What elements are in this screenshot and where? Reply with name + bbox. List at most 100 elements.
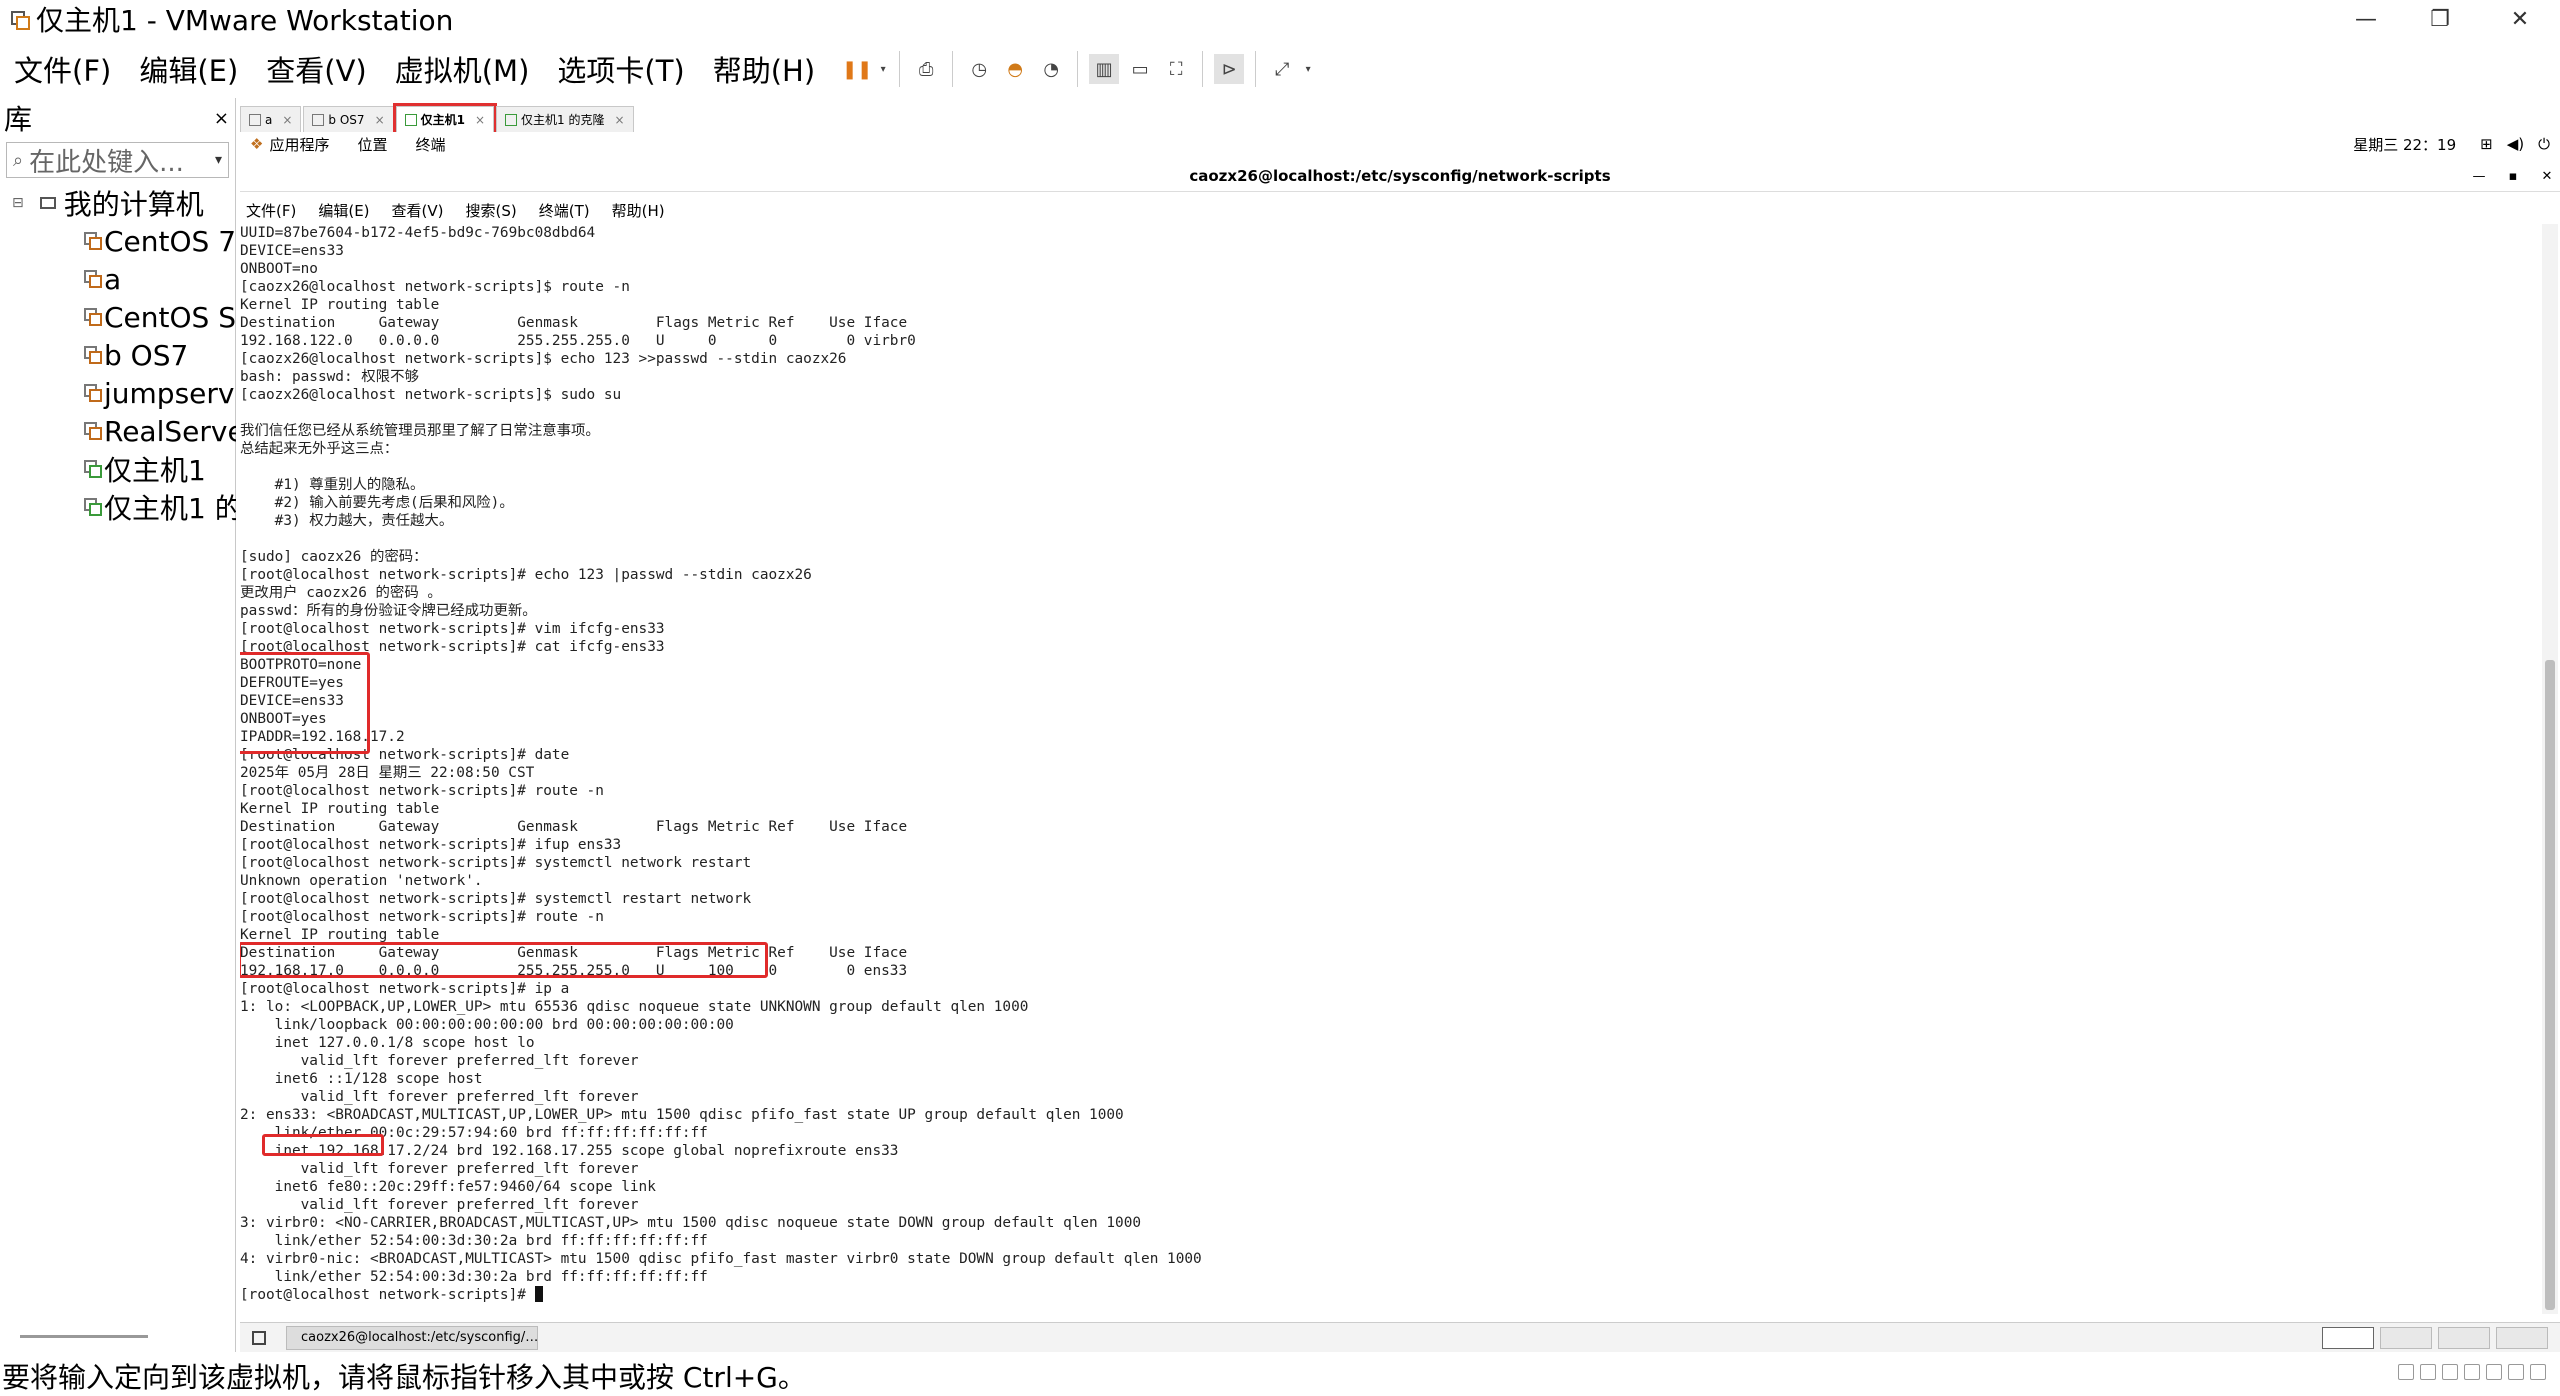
- terminal-maximize-icon[interactable]: ▪: [2496, 160, 2530, 192]
- terminal-line: [root@localhost network-scripts]# system…: [240, 891, 752, 907]
- library-close-icon[interactable]: ×: [214, 108, 229, 129]
- vm-label: CentOS St: [104, 300, 236, 334]
- library-vm-item[interactable]: 仅主机1 的: [0, 488, 236, 526]
- applications-icon: ❖: [250, 135, 264, 153]
- vm-tab-icon: [505, 113, 518, 126]
- terminal-menu-terminal[interactable]: 终端(T): [539, 200, 590, 221]
- terminal-menu-view[interactable]: 查看(V): [392, 200, 444, 221]
- library-vm-item[interactable]: 仅主机1: [0, 450, 236, 488]
- hard-disk-icon[interactable]: [2398, 1364, 2414, 1380]
- terminal-line: [root@localhost network-scripts]# echo 1…: [240, 567, 812, 583]
- vm-tab-active[interactable]: 仅主机1 ×: [392, 103, 498, 135]
- toolbar-divider: [1202, 51, 1204, 87]
- terminal-line: #2) 输入前要先考虑(后果和风险)。: [240, 495, 514, 511]
- console-view-icon[interactable]: ⊳: [1214, 54, 1245, 84]
- terminal-line: passwd：所有的身份验证令牌已经成功更新。: [240, 603, 537, 619]
- terminal-menu-edit[interactable]: 编辑(E): [318, 200, 369, 221]
- library-vm-item[interactable]: jumpserve: [0, 374, 236, 412]
- guest-menu-terminal[interactable]: 终端: [415, 134, 445, 155]
- usb-icon[interactable]: [2464, 1364, 2480, 1380]
- menu-file[interactable]: 文件(F): [0, 48, 125, 90]
- show-desktop-icon[interactable]: [252, 1330, 266, 1345]
- chevron-down-icon[interactable]: ▾: [215, 152, 222, 168]
- taskbar-terminal-button[interactable]: caozx26@localhost:/etc/sysconfig/…: [286, 1325, 538, 1350]
- library-vm-item[interactable]: a: [0, 260, 236, 298]
- terminal-close-icon[interactable]: ✕: [2530, 160, 2560, 192]
- library-vm-item[interactable]: RealServe: [0, 412, 236, 450]
- terminal-menu-search[interactable]: 搜索(S): [466, 200, 517, 221]
- dropdown-arrow-icon[interactable]: ▾: [878, 54, 888, 84]
- guest-menu-places[interactable]: 位置: [357, 134, 387, 155]
- tab-close-icon[interactable]: ×: [615, 113, 625, 127]
- vm-tab-label: b OS7: [328, 112, 365, 127]
- close-button[interactable]: ✕: [2484, 0, 2556, 38]
- pause-icon[interactable]: ❚❚: [842, 54, 872, 84]
- tree-root-my-computer[interactable]: ⊟ 我的计算机: [0, 184, 236, 222]
- vm-tab[interactable]: b OS7 ×: [303, 106, 394, 132]
- terminal-line: BOOTPROTO=none: [240, 657, 362, 673]
- menu-view[interactable]: 查看(V): [252, 48, 380, 90]
- restore-button[interactable]: ❐: [2404, 0, 2476, 38]
- terminal-line: [root@localhost network-scripts]# route …: [240, 909, 604, 925]
- tab-close-icon[interactable]: ×: [375, 113, 385, 127]
- show-library-icon[interactable]: ▥: [1089, 54, 1120, 84]
- send-ctrl-alt-del-icon[interactable]: ⎙: [911, 54, 941, 84]
- terminal-line: 1: lo: <LOOPBACK,UP,LOWER_UP> mtu 65536 …: [240, 999, 1029, 1015]
- snapshot-icon[interactable]: ◷: [964, 54, 994, 84]
- network-adapter-icon[interactable]: [2442, 1364, 2458, 1380]
- menu-help[interactable]: 帮助(H): [699, 48, 829, 90]
- vm-label: a: [104, 262, 122, 296]
- search-placeholder: 在此处键入...: [29, 147, 184, 178]
- stretch-guest-icon[interactable]: ⤢: [1267, 54, 1297, 84]
- terminal-line: 2: ens33: <BROADCAST,MULTICAST,UP,LOWER_…: [240, 1107, 1124, 1123]
- menu-bar: 文件(F) 编辑(E) 查看(V) 虚拟机(M) 选项卡(T) 帮助(H) ❚❚…: [0, 42, 2560, 96]
- terminal-line: [root@localhost network-scripts]# ip a: [240, 981, 570, 997]
- terminal-output[interactable]: UUID=87be7604-b172-4ef5-bd9c-769bc08dbd6…: [240, 224, 2542, 1314]
- terminal-scroll-thumb[interactable]: [2545, 660, 2555, 1310]
- library-pane: 库 × ⌕ 在此处键入... ▾ ⊟ 我的计算机 CentOS 7 a Cent…: [0, 98, 236, 1352]
- library-vm-item[interactable]: CentOS 7: [0, 222, 236, 260]
- volume-icon[interactable]: ◀): [2507, 135, 2524, 153]
- terminal-line: Kernel IP routing table: [240, 297, 440, 313]
- snapshot-manager-icon[interactable]: ◔: [1036, 54, 1066, 84]
- terminal-scrollbar[interactable]: [2542, 224, 2558, 1314]
- menu-edit[interactable]: 编辑(E): [125, 48, 252, 90]
- terminal-line: valid_lft forever preferred_lft forever: [240, 1197, 639, 1213]
- library-search-input[interactable]: ⌕ 在此处键入... ▾: [6, 142, 229, 178]
- terminal-line: Destination Gateway Genmask Flags Metric…: [240, 819, 908, 835]
- revert-snapshot-icon[interactable]: ◓: [1000, 54, 1030, 84]
- workspace-2[interactable]: [2380, 1327, 2432, 1349]
- tab-close-icon[interactable]: ×: [282, 113, 292, 127]
- network-icon[interactable]: ⊞: [2480, 135, 2493, 153]
- message-icon[interactable]: [2530, 1364, 2546, 1380]
- sound-icon[interactable]: [2486, 1364, 2502, 1380]
- full-screen-icon[interactable]: ⛶: [1161, 54, 1191, 84]
- guest-menu-applications[interactable]: 应用程序: [269, 134, 329, 155]
- library-vm-item[interactable]: CentOS St: [0, 298, 236, 336]
- menu-vm[interactable]: 虚拟机(M): [381, 48, 544, 90]
- tab-close-icon[interactable]: ×: [475, 113, 485, 127]
- terminal-menu-help[interactable]: 帮助(H): [612, 200, 665, 221]
- guest-clock[interactable]: 星期三 22：19: [2353, 134, 2456, 155]
- minimize-button[interactable]: —: [2330, 0, 2402, 38]
- workspace-3[interactable]: [2438, 1327, 2490, 1349]
- dropdown-arrow-icon[interactable]: ▾: [1303, 54, 1313, 84]
- cd-dvd-icon[interactable]: [2420, 1364, 2436, 1380]
- workspace-1[interactable]: [2322, 1327, 2374, 1349]
- terminal-line: 4: virbr0-nic: <BROADCAST,MULTICAST> mtu…: [240, 1251, 1202, 1267]
- thumbnail-bar-icon[interactable]: ▭: [1125, 54, 1155, 84]
- vm-tab[interactable]: a ×: [240, 106, 302, 132]
- terminal-line: valid_lft forever preferred_lft forever: [240, 1089, 639, 1105]
- terminal-menu-file[interactable]: 文件(F): [246, 200, 296, 221]
- display-icon[interactable]: [2508, 1364, 2524, 1380]
- workspace-4[interactable]: [2496, 1327, 2548, 1349]
- terminal-minimize-icon[interactable]: —: [2462, 160, 2496, 192]
- power-icon[interactable]: ⏻: [2538, 135, 2550, 153]
- menu-tabs[interactable]: 选项卡(T): [543, 48, 698, 90]
- collapse-toggle-icon[interactable]: ⊟: [12, 195, 24, 211]
- terminal-line: 我们信任您已经从系统管理员那里了解了日常注意事项。: [240, 423, 600, 439]
- terminal-line: [caozx26@localhost network-scripts]$ sud…: [240, 387, 622, 403]
- library-vm-item[interactable]: b OS7: [0, 336, 236, 374]
- library-scrollbar[interactable]: [20, 1335, 148, 1338]
- vm-tab[interactable]: 仅主机1 的克隆 ×: [496, 106, 634, 132]
